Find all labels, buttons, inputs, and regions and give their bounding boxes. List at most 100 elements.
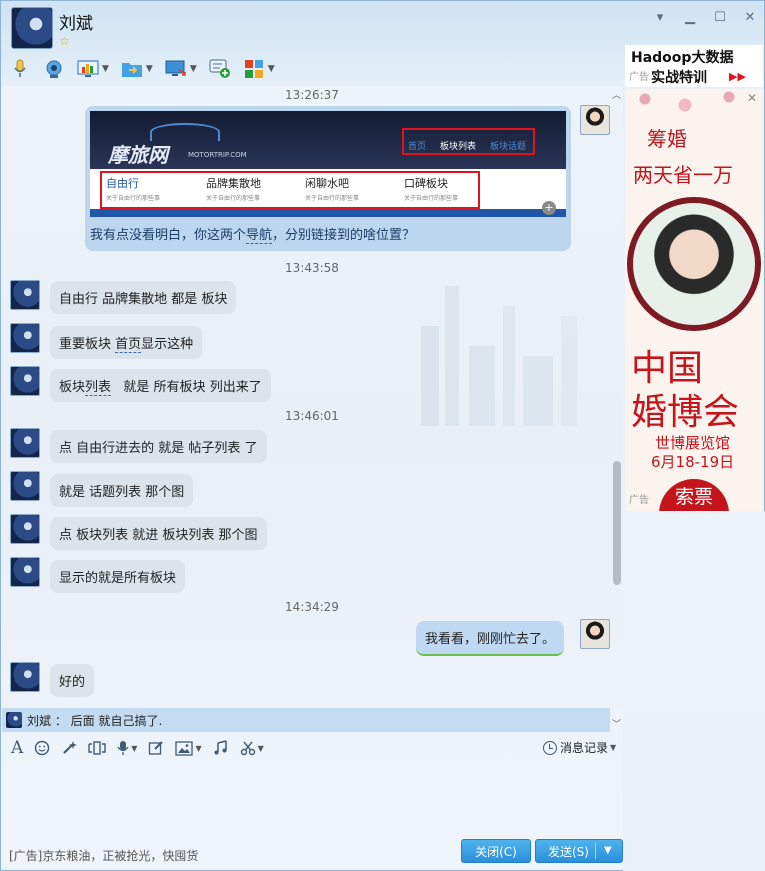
timestamp: 13:43:58 bbox=[285, 261, 339, 275]
message-link[interactable]: 首页 bbox=[115, 337, 142, 353]
ad-banner-hadoop[interactable]: Hadoop大数据 广告 实战特训 ▶▶ bbox=[625, 45, 763, 87]
ad-close-icon[interactable]: ✕ bbox=[747, 91, 757, 105]
message-bubble[interactable]: 板块列表 就是 所有板块 列出来了 bbox=[50, 369, 271, 402]
image-caption: 我有点没看明白，你这两个导航，分别链接到的啥位置？ bbox=[90, 224, 415, 244]
history-label: 消息记录 bbox=[560, 741, 609, 755]
contact-name[interactable]: 刘斌 bbox=[59, 9, 93, 34]
chevron-down-icon[interactable]: ▼ bbox=[610, 743, 616, 752]
chevron-down-icon[interactable]: ▼ bbox=[195, 744, 201, 753]
contact-avatar-small[interactable] bbox=[10, 366, 40, 396]
site-logo: 摩旅网 bbox=[108, 143, 168, 167]
my-avatar[interactable] bbox=[580, 619, 610, 649]
contact-avatar-small[interactable] bbox=[10, 280, 40, 310]
contact-avatar-small[interactable] bbox=[10, 514, 40, 544]
chevron-down-icon[interactable]: ▼ bbox=[131, 744, 137, 753]
create-discussion-button[interactable] bbox=[209, 58, 231, 80]
screen-capture-icon[interactable] bbox=[88, 740, 106, 756]
microphone-icon bbox=[9, 58, 31, 80]
remote-desktop-button[interactable]: ▼ bbox=[165, 58, 197, 80]
message-input[interactable] bbox=[2, 761, 622, 837]
message-bubble[interactable]: 就是 话题列表 那个图 bbox=[50, 474, 194, 507]
message-text: 板块 bbox=[59, 380, 86, 395]
voice-message-icon[interactable]: ▼ bbox=[117, 740, 137, 756]
ad-subtitle: 实战特训 bbox=[651, 70, 707, 86]
image-message[interactable]: 摩旅网 MOTORTRIP.COM 首页 板块列表 板块话题 自由行 关于自由行… bbox=[85, 106, 571, 251]
contact-avatar[interactable] bbox=[11, 7, 53, 49]
message-list[interactable]: 13:26:37 摩旅网 MOTORTRIP.COM 首页 板块列表 板块话题 … bbox=[1, 86, 623, 708]
minimize-icon[interactable]: ▁ bbox=[679, 9, 701, 27]
message-scrollbar[interactable] bbox=[611, 86, 623, 708]
background-skyline bbox=[411, 266, 611, 426]
message-bubble[interactable]: 重要板块 首页显示这种 bbox=[50, 326, 203, 359]
star-icon: ☆ bbox=[59, 34, 70, 48]
maximize-icon[interactable]: ☐ bbox=[709, 9, 731, 27]
footer-ad-link[interactable]: [广告]京东粮油，正被抢光，快囤货 bbox=[9, 847, 198, 864]
chevron-down-icon[interactable]: ▼ bbox=[258, 744, 264, 753]
screenshot-image[interactable]: 摩旅网 MOTORTRIP.COM 首页 板块列表 板块话题 自由行 关于自由行… bbox=[90, 111, 566, 217]
ad-tag: 广告 bbox=[629, 495, 649, 506]
message-history-button[interactable]: 消息记录 ▼ bbox=[543, 739, 616, 756]
chevron-down-icon[interactable]: ▼ bbox=[268, 64, 275, 74]
timestamp: 13:26:37 bbox=[285, 88, 339, 102]
contact-avatar-small[interactable] bbox=[10, 471, 40, 501]
ad-tag: 广告 bbox=[629, 72, 649, 83]
scissors-icon[interactable]: ▼ bbox=[240, 740, 264, 756]
chevron-down-icon[interactable]: ▼ bbox=[102, 64, 109, 74]
contact-avatar-small[interactable] bbox=[10, 323, 40, 353]
folder-arrow-icon bbox=[121, 58, 143, 80]
site-blue-bar bbox=[90, 209, 566, 217]
site-nav-item: 板块列表 bbox=[440, 142, 477, 152]
contact-avatar-small[interactable] bbox=[10, 557, 40, 587]
send-split-divider bbox=[595, 843, 596, 859]
ad-banner-wedding[interactable]: ✕ 筹婚 两天省一万 中国 婚博会 世博展览馆 6月18-19日 广告 索票 bbox=[625, 89, 763, 511]
preview-text: 刘斌 ： 后面 就自己搞了. bbox=[27, 713, 163, 728]
image-icon[interactable]: ▼ bbox=[175, 740, 202, 756]
scroll-down-icon[interactable]: ﹀ bbox=[612, 717, 621, 730]
my-message-bubble[interactable]: 我看看，刚刚忙去了。 bbox=[416, 621, 565, 656]
edit-icon[interactable] bbox=[148, 740, 164, 756]
close-button[interactable]: 关闭(C) bbox=[461, 839, 531, 863]
ad-venue: 世博展览馆 bbox=[655, 434, 731, 452]
message-bubble[interactable]: 点 板块列表 就进 板块列表 那个图 bbox=[50, 517, 267, 550]
contact-avatar-small[interactable] bbox=[10, 428, 40, 458]
caption-link[interactable]: 导航 bbox=[246, 228, 273, 244]
message-bubble[interactable]: 自由行 品牌集散地 都是 板块 bbox=[50, 281, 237, 314]
remote-desktop-icon bbox=[165, 58, 187, 80]
apps-button[interactable]: ▼ bbox=[243, 58, 275, 80]
scrollbar-thumb[interactable] bbox=[613, 461, 621, 585]
site-menu-sub: 关于自由行的那些事 bbox=[305, 195, 360, 202]
site-menu-item: 闲聊水吧 bbox=[305, 177, 349, 190]
monitor-chart-icon bbox=[77, 58, 99, 80]
send-file-button[interactable]: ▼ bbox=[121, 58, 153, 80]
chevron-down-icon[interactable]: ▼ bbox=[190, 64, 197, 74]
send-options-chevron-icon[interactable]: ▼ bbox=[604, 845, 612, 856]
menu-dropdown-icon[interactable]: ▾ bbox=[649, 9, 671, 27]
site-menu-sub: 关于自由行的那些事 bbox=[206, 195, 261, 202]
message-link[interactable]: 列表 bbox=[85, 380, 112, 396]
zoom-plus-icon[interactable]: + bbox=[542, 201, 556, 215]
message-bubble[interactable]: 显示的就是所有板块 bbox=[50, 560, 186, 593]
latest-message-preview[interactable]: 刘斌 ： 后面 就自己搞了. bbox=[2, 708, 610, 732]
send-button[interactable]: 发送(S) ▼ bbox=[535, 839, 623, 863]
chat-header: 刘斌 ☆ ▼ ▼ ▼ ▼ bbox=[1, 1, 623, 86]
site-menu-item: 自由行 bbox=[106, 177, 139, 190]
screen-share-button[interactable]: ▼ bbox=[77, 58, 109, 80]
clock-icon bbox=[543, 740, 557, 755]
my-avatar[interactable] bbox=[580, 105, 610, 135]
site-nav-item: 板块话题 bbox=[490, 142, 527, 152]
message-text: 就是 所有板块 列出来了 bbox=[111, 380, 262, 395]
site-menu-sub: 关于自由行的那些事 bbox=[404, 195, 459, 202]
chevron-down-icon[interactable]: ▼ bbox=[146, 64, 153, 74]
emoji-icon[interactable] bbox=[34, 740, 50, 756]
video-call-button[interactable] bbox=[43, 58, 65, 80]
voice-call-button[interactable] bbox=[9, 58, 31, 80]
font-icon[interactable]: A bbox=[11, 738, 23, 758]
close-icon[interactable]: ✕ bbox=[739, 9, 761, 27]
music-icon[interactable] bbox=[213, 740, 229, 756]
magic-wand-icon[interactable] bbox=[61, 740, 78, 756]
scroll-up-icon[interactable]: ︿ bbox=[612, 88, 621, 101]
message-bubble[interactable]: 点 自由行进去的 就是 帖子列表 了 bbox=[50, 430, 267, 463]
ad-ticket-button[interactable]: 索票 bbox=[659, 479, 729, 511]
message-bubble[interactable]: 好的 bbox=[50, 664, 95, 697]
contact-avatar-small[interactable] bbox=[10, 662, 40, 692]
